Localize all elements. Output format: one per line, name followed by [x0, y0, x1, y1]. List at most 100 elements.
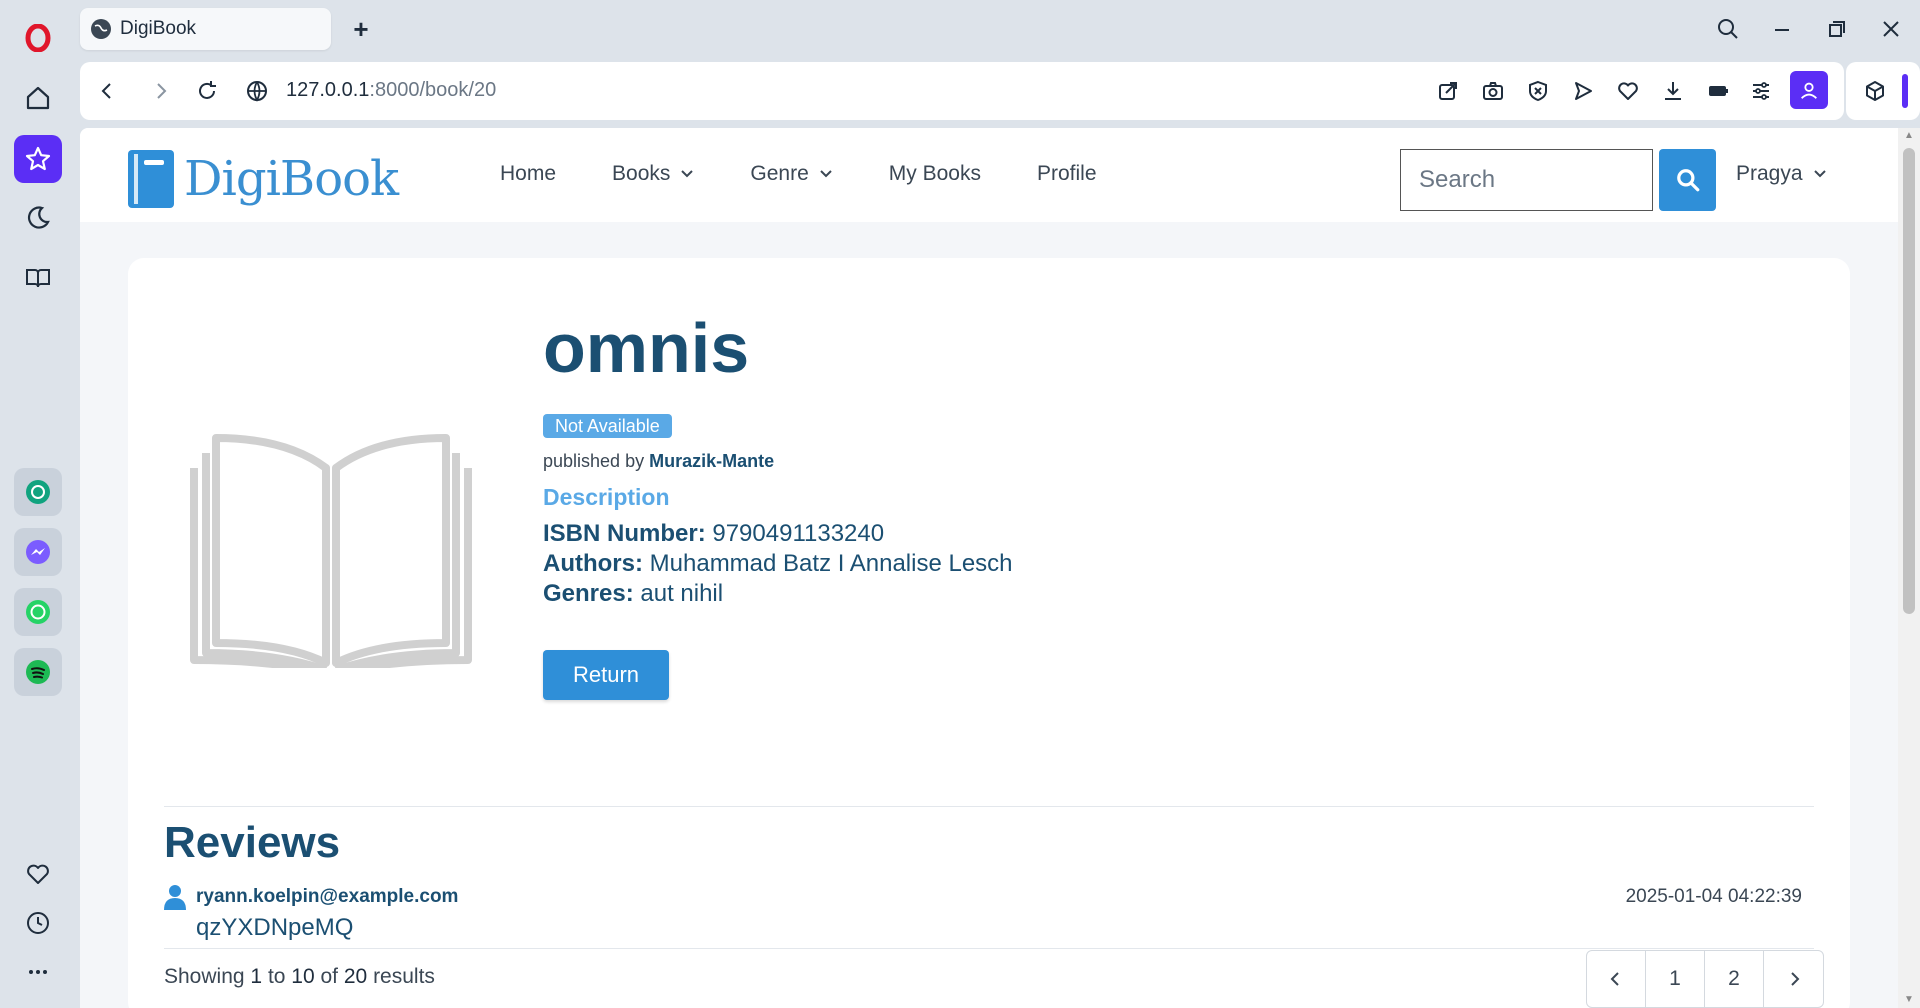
isbn-label: ISBN Number:: [543, 520, 706, 547]
results-of-word: of: [320, 965, 339, 988]
camera-icon[interactable]: [1478, 76, 1508, 106]
book-detail-card: omnis Not Available published by Murazik…: [128, 258, 1850, 1008]
close-window-icon[interactable]: [1873, 12, 1909, 46]
nav-my-books[interactable]: My Books: [889, 162, 981, 186]
spotify-icon[interactable]: [14, 648, 62, 696]
chevron-down-icon: [1813, 170, 1826, 178]
results-prefix: Showing: [164, 965, 245, 988]
moon-icon[interactable]: [14, 194, 62, 242]
user-dropdown[interactable]: Pragya: [1736, 162, 1827, 186]
battery-saver-icon[interactable]: [1703, 76, 1733, 106]
results-suffix: results: [373, 965, 435, 988]
results-to: 10: [291, 965, 315, 988]
book-title: omnis: [543, 309, 750, 387]
back-arrow-icon[interactable]: [92, 76, 122, 106]
messenger-icon[interactable]: [14, 528, 62, 576]
isbn-row: ISBN Number: 9790491133240: [543, 520, 884, 548]
pagination: 1 2: [1586, 950, 1824, 1008]
heart-icon[interactable]: [14, 850, 62, 898]
review-divider: [164, 948, 1814, 949]
nav-my-books-label: My Books: [888, 162, 981, 185]
speed-dial-star-icon[interactable]: [14, 135, 62, 183]
authors-label: Authors:: [543, 550, 643, 577]
download-icon[interactable]: [1658, 76, 1688, 106]
tab-title: DigiBook: [120, 18, 197, 39]
book-reader-icon[interactable]: [14, 254, 62, 302]
reviews-heading: Reviews: [164, 818, 341, 867]
nav-books-label: Books: [612, 162, 671, 185]
pagination-next-button[interactable]: [1764, 951, 1823, 1007]
publisher-line: published by Murazik-Mante: [543, 451, 774, 472]
logo-text: DigiBook: [184, 151, 399, 207]
main-menu: Home Books Genre My Books Profile: [500, 162, 1153, 186]
genres-row: Genres: aut nihil: [543, 580, 723, 608]
url-path: :8000/book/20: [369, 79, 497, 101]
chevron-left-icon: [1610, 972, 1619, 986]
scrollbar-thumb[interactable]: [1903, 148, 1915, 614]
book-cover-placeholder-icon: [190, 434, 472, 668]
description-link[interactable]: Description: [543, 484, 670, 511]
genres-label: Genres:: [543, 580, 634, 607]
globe-favicon-icon: [91, 19, 111, 39]
address-bar: 127.0.0.1:8000/book/20: [80, 62, 1844, 120]
review-date: 2025-01-04 04:22:39: [1625, 886, 1802, 907]
sidebar-toggle-indicator[interactable]: [1902, 74, 1908, 108]
results-total: 20: [343, 965, 368, 988]
forward-arrow-icon[interactable]: [146, 76, 176, 106]
minimize-icon[interactable]: [1764, 12, 1800, 46]
nav-profile[interactable]: Profile: [1037, 162, 1097, 186]
pagination-page-1[interactable]: 1: [1646, 951, 1705, 1007]
bookmark-heart-icon[interactable]: [1613, 76, 1643, 106]
page-scrollbar[interactable]: ▲ ▼: [1898, 128, 1920, 1008]
extensions-cube-icon[interactable]: [1860, 76, 1890, 106]
send-icon[interactable]: [1568, 76, 1598, 106]
share-icon[interactable]: [1433, 76, 1463, 106]
scroll-down-arrow-icon[interactable]: ▼: [1903, 994, 1915, 1006]
opera-logo-icon[interactable]: [14, 14, 62, 62]
authors-value: Muhammad Batz I Annalise Lesch: [649, 550, 1013, 577]
return-button[interactable]: Return: [543, 650, 669, 700]
history-clock-icon[interactable]: [14, 899, 62, 947]
genres-value: aut nihil: [640, 580, 724, 607]
new-tab-button[interactable]: +: [346, 14, 376, 44]
site-header: DigiBook Home Books Genre My Books Profi…: [80, 128, 1898, 222]
reload-icon[interactable]: [192, 76, 222, 106]
browser-tab[interactable]: DigiBook: [80, 8, 331, 50]
site-globe-icon[interactable]: [242, 76, 272, 106]
results-to-word: to: [267, 965, 286, 988]
pagination-prev-button[interactable]: [1587, 951, 1646, 1007]
browser-sidebar: [0, 0, 76, 1008]
nav-books-dropdown[interactable]: Books: [612, 162, 694, 186]
nav-home[interactable]: Home: [500, 162, 556, 186]
adblock-shield-icon[interactable]: [1523, 76, 1553, 106]
scroll-up-arrow-icon[interactable]: ▲: [1903, 130, 1915, 142]
nav-genre-dropdown[interactable]: Genre: [750, 162, 832, 186]
restore-icon[interactable]: [1819, 12, 1855, 46]
digibook-logo[interactable]: DigiBook: [128, 150, 399, 208]
pagination-page-2[interactable]: 2: [1705, 951, 1764, 1007]
review-text: qzYXDNpeMQ: [196, 914, 354, 941]
home-icon[interactable]: [14, 74, 62, 122]
search-tabs-icon[interactable]: [1710, 12, 1746, 46]
review-author: ryann.koelpin@example.com: [164, 884, 458, 910]
authors-row: Authors: Muhammad Batz I Annalise Lesch: [543, 550, 1013, 578]
chevron-right-icon: [1790, 972, 1799, 986]
whatsapp-icon[interactable]: [14, 588, 62, 636]
extensions-area: [1846, 62, 1920, 120]
book-logo-icon: [128, 150, 174, 208]
results-summary: Showing 1 to 10 of 20 results: [164, 965, 435, 989]
section-divider: [164, 806, 1814, 807]
nav-home-label: Home: [500, 162, 557, 185]
search-input[interactable]: [1400, 149, 1653, 211]
profile-avatar-icon[interactable]: [1790, 71, 1828, 109]
availability-badge: Not Available: [543, 414, 672, 438]
more-dots-icon[interactable]: [14, 948, 62, 996]
easy-setup-icon[interactable]: [1746, 76, 1776, 106]
search-button[interactable]: [1659, 149, 1716, 211]
url-field[interactable]: 127.0.0.1:8000/book/20: [286, 79, 496, 102]
chatgpt-icon[interactable]: [14, 468, 62, 516]
chevron-down-icon: [820, 170, 832, 178]
url-host: 127.0.0.1: [286, 79, 370, 101]
user-icon: [164, 885, 186, 910]
published-by-label: published by: [543, 451, 645, 471]
